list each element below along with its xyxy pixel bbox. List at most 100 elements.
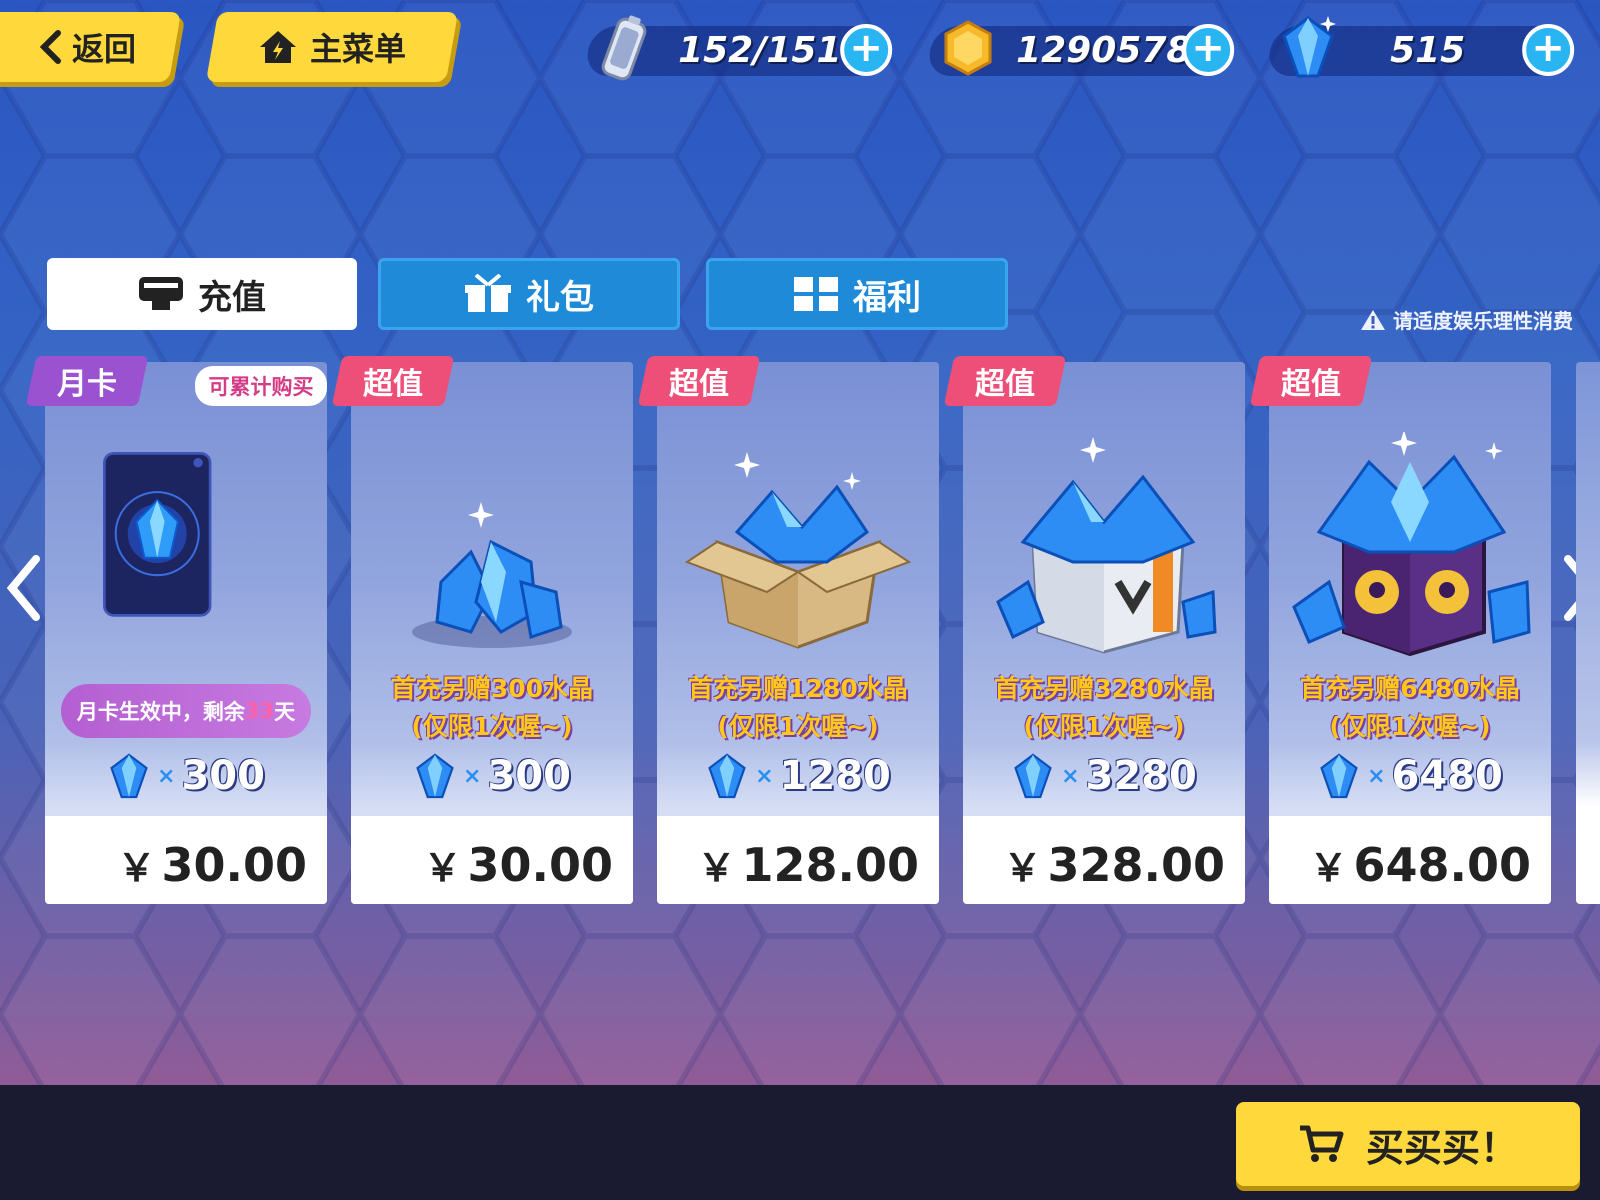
crystal-chest-art — [996, 437, 1217, 654]
crystal-pile-small-art — [412, 502, 572, 648]
stamina-value: 152/151 — [678, 30, 842, 71]
coin-value: 1290578 — [1016, 30, 1192, 71]
add-crystal-button[interactable]: + — [1522, 24, 1575, 76]
battery-icon — [601, 15, 647, 81]
coin-icon — [944, 20, 992, 76]
crystal-treasure-art — [1292, 432, 1531, 657]
quantity-multiplier: × — [1367, 763, 1386, 789]
quantity-multiplier: × — [1061, 763, 1080, 789]
stackable-badge-text: 可累计购买 — [208, 375, 314, 399]
quantity-multiplier: × — [463, 763, 482, 789]
price: ￥ 30.00 — [423, 837, 613, 892]
status-prefix: 月卡生效中，剩余 — [76, 700, 245, 724]
price: ￥ 30.00 — [117, 837, 307, 892]
price-bar: ￥ 648.00 — [1269, 816, 1551, 904]
currency-symbol: ￥ — [1003, 846, 1042, 890]
back-button[interactable]: 返回 — [0, 12, 182, 82]
promo-text: 首充另赠6480水晶 (仅限1次喔~) — [1269, 670, 1551, 746]
price: ￥ 648.00 — [1309, 837, 1531, 892]
quantity-value: 3280 — [1085, 753, 1197, 799]
price: ￥ 328.00 — [1003, 837, 1225, 892]
price-value: 328.00 — [1047, 838, 1225, 892]
product-card-300[interactable]: 超值 首充另赠300水晶 (仅限1次喔~) × 300 ￥ 30.00 — [331, 356, 633, 904]
next-card-edge — [1576, 362, 1600, 904]
promo-line-1: 首充另赠6480水晶 — [1300, 674, 1520, 703]
price-value: 30.00 — [161, 838, 307, 892]
add-coin-button[interactable]: + — [1182, 24, 1235, 76]
crystal-icon — [1014, 753, 1052, 799]
monthly-tag: 月卡 — [25, 356, 149, 406]
value-tag: 超值 — [637, 356, 761, 406]
back-label: 返回 — [72, 30, 137, 68]
value-tag-text: 超值 — [363, 367, 423, 402]
quantity-value: 300 — [487, 753, 571, 799]
promo-line-2: (仅限1次喔~) — [411, 712, 573, 741]
home-icon — [259, 31, 296, 63]
card-reader-icon — [139, 277, 183, 310]
cart-icon — [1299, 1125, 1344, 1162]
tab-welfare[interactable]: 福利 — [706, 258, 1008, 330]
crystal-icon — [708, 753, 746, 799]
gift-icon — [465, 274, 511, 312]
promo-line-1: 首充另赠300水晶 — [390, 674, 594, 703]
price-value: 128.00 — [741, 838, 919, 892]
status-days: 33 — [244, 699, 275, 723]
price-bar: ￥ 30.00 — [351, 816, 633, 904]
crystal-quantity: × 6480 — [1269, 752, 1551, 800]
currency-symbol: ￥ — [117, 846, 156, 890]
tab-gift[interactable]: 礼包 — [378, 258, 680, 330]
main-menu-label: 主菜单 — [309, 30, 406, 68]
tab-recharge[interactable]: 充值 — [47, 258, 357, 330]
main-menu-button[interactable]: 主菜单 — [205, 12, 459, 82]
quantity-multiplier: × — [755, 763, 774, 789]
price-value: 648.00 — [1353, 838, 1531, 892]
status-suffix: 天 — [274, 700, 296, 724]
crystal-icon — [110, 753, 148, 799]
currency-symbol: ￥ — [697, 846, 736, 890]
quantity-multiplier: × — [157, 763, 176, 789]
spending-notice: 请适度娱乐理性消费 — [1360, 305, 1573, 334]
promo-line-2: (仅限1次喔~) — [1023, 712, 1185, 741]
tab-gift-label: 礼包 — [526, 277, 594, 318]
crystal-quantity: × 300 — [45, 752, 327, 800]
crystal-quantity: × 3280 — [963, 752, 1245, 800]
buy-label: 买买买！ — [1365, 1125, 1518, 1170]
promo-text: 首充另赠300水晶 (仅限1次喔~) — [351, 670, 633, 746]
monthly-card-art — [103, 452, 212, 617]
add-stamina-button[interactable]: + — [840, 24, 893, 76]
crystal-icon — [416, 753, 454, 799]
value-tag-text: 超值 — [669, 367, 729, 402]
crystal-icon — [1282, 16, 1336, 78]
buy-button[interactable]: 买买买！ — [1236, 1102, 1580, 1186]
price-bar: ￥ 30.00 — [45, 816, 327, 904]
price-bar: ￥ 128.00 — [657, 816, 939, 904]
promo-line-1: 首充另赠3280水晶 — [994, 674, 1214, 703]
chevron-left-icon — [40, 30, 62, 64]
tab-recharge-label: 充值 — [198, 277, 266, 318]
value-tag: 超值 — [943, 356, 1067, 406]
promo-line-1: 首充另赠1280水晶 — [688, 674, 908, 703]
promo-line-2: (仅限1次喔~) — [1329, 712, 1491, 741]
price-bar: ￥ 328.00 — [963, 816, 1245, 904]
product-card-3280[interactable]: 超值 首充另赠3280水晶 (仅限1次喔~) × 3280 ￥ 328.00 — [943, 356, 1245, 904]
value-tag-text: 超值 — [975, 367, 1035, 402]
welfare-icon — [794, 277, 838, 311]
tab-welfare-label: 福利 — [853, 277, 921, 318]
quantity-value: 300 — [181, 753, 265, 799]
crystal-value: 515 — [1390, 30, 1466, 71]
value-tag: 超值 — [331, 356, 455, 406]
carousel-left-button[interactable] — [6, 555, 42, 638]
quantity-value: 6480 — [1391, 753, 1503, 799]
monthly-status: 月卡生效中，剩余 33 天 — [61, 684, 311, 738]
notice-text: 请适度娱乐理性消费 — [1392, 309, 1573, 333]
value-tag: 超值 — [1249, 356, 1373, 406]
warning-icon — [1361, 310, 1385, 330]
crystal-quantity: × 300 — [351, 752, 633, 800]
chevron-left-icon — [6, 555, 40, 621]
currency-symbol: ￥ — [423, 846, 462, 890]
product-card-1280[interactable]: 超值 首充另赠1280水晶 (仅限1次喔~) × 1280 ￥ 128.00 — [637, 356, 939, 904]
product-card-6480[interactable]: 超值 首充另赠6480水晶 (仅限1次喔~) × 6480 ￥ 648.00 — [1249, 356, 1551, 904]
promo-text: 首充另赠3280水晶 (仅限1次喔~) — [963, 670, 1245, 746]
product-card-monthly[interactable]: 月卡 可累计购买 月卡生效中，剩余 33 天 × 300 ￥ 30.00 — [25, 356, 327, 904]
price-value: 30.00 — [467, 838, 613, 892]
